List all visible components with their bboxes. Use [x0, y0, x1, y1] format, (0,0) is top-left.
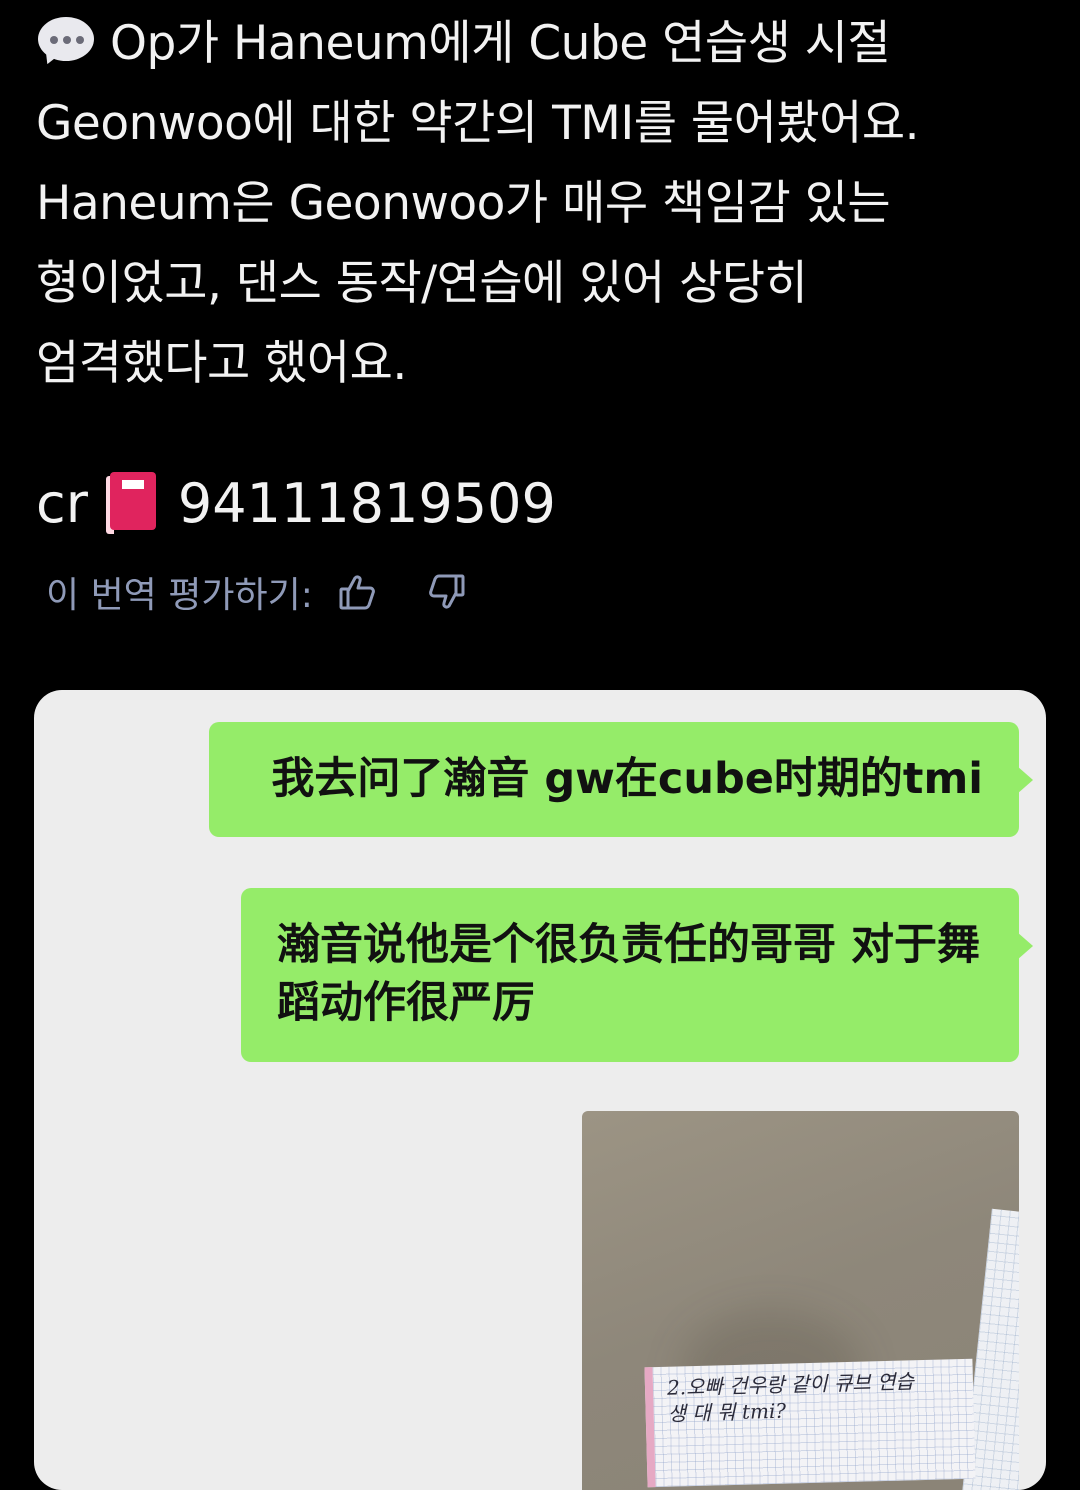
red-book-icon — [105, 472, 158, 534]
chat-photo-message[interactable]: 2.오빠 건우랑 같이 큐브 연습 생 대 뭐 tmi? — [582, 1111, 1019, 1490]
handwritten-note: 2.오빠 건우랑 같이 큐브 연습 생 대 뭐 tmi? — [644, 1358, 976, 1488]
translation-rating-label: 이 번역 평가하기: — [46, 575, 313, 616]
translation-rating: 이 번역 평가하기: — [46, 566, 467, 618]
chat-message-2: 瀚音说他是个很负责任的哥哥 对于舞蹈动作很严厉 — [241, 888, 1033, 1062]
chat-screenshot: 我去问了瀚音 gw在cube时期的tmi 瀚音说他是个很负责任的哥哥 对于舞蹈动… — [34, 690, 1046, 1490]
credit: cr 94111819509 — [36, 470, 556, 536]
chat-message-1: 我去问了瀚音 gw在cube时期的tmi — [209, 722, 1033, 837]
credit-prefix: cr — [36, 471, 88, 535]
post-line-2: Geonwoo에 대한 약간의 TMI를 물어봤어요. — [36, 96, 920, 151]
post-line-1: Op가 Haneum에게 Cube 연습생 시절 — [36, 4, 1046, 84]
thumbs-up-icon[interactable] — [337, 572, 377, 612]
speech-balloon-icon — [36, 17, 94, 68]
post-line-3: Haneum은 Geonwoo가 매우 책임감 있는 — [36, 176, 891, 231]
credit-id[interactable]: 94111819509 — [178, 472, 556, 535]
post-text: Op가 Haneum에게 Cube 연습생 시절 Geonwoo에 대한 약간의… — [36, 4, 1046, 404]
handwritten-note-line-2: 생 대 뭐 tmi? — [667, 1398, 787, 1426]
thumbs-down-icon[interactable] — [427, 572, 467, 612]
post-line-5: 엄격했다고 했어요. — [36, 336, 407, 391]
post-line-4: 형이었고, 댄스 동작/연습에 있어 상당히 — [36, 256, 808, 311]
handwritten-note-text: 2.오빠 건우랑 같이 큐브 연습 생 대 뭐 tmi? — [667, 1368, 915, 1426]
